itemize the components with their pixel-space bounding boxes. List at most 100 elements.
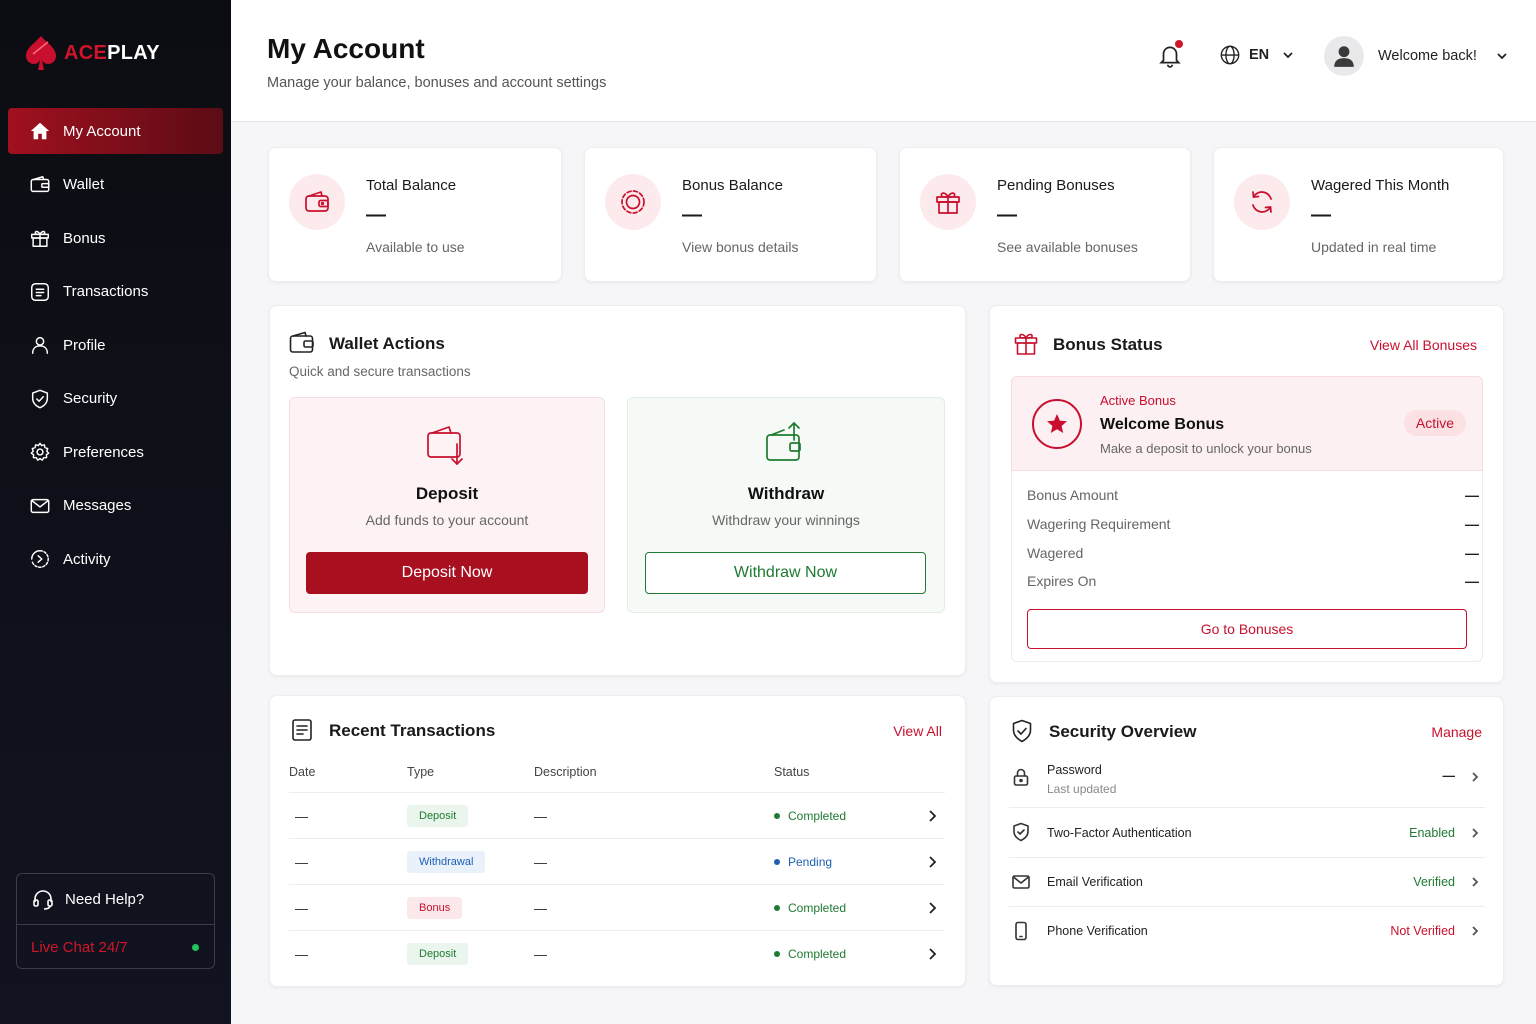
- brand-name-part1: ACE: [64, 41, 108, 64]
- status-text: Completed: [788, 901, 847, 915]
- table-row[interactable]: — Bonus — Completed: [289, 884, 945, 930]
- withdraw-card: Withdraw Withdraw your winnings Withdraw…: [627, 397, 945, 613]
- document-icon: [291, 718, 313, 747]
- table-row[interactable]: — Deposit — Completed: [289, 930, 945, 976]
- avatar: [1324, 36, 1364, 76]
- security-row-password[interactable]: Password Last updated —: [1009, 757, 1485, 808]
- status-indicator: Completed: [774, 947, 846, 961]
- table-row[interactable]: — Withdrawal — Pending: [289, 838, 945, 884]
- active-bonus-card: Active Bonus Welcome Bonus Make a deposi…: [1011, 376, 1483, 471]
- shield-check-icon: [1011, 822, 1033, 844]
- gear-icon: [28, 440, 52, 464]
- chevron-right-icon[interactable]: [925, 793, 939, 839]
- status-dot: [774, 905, 780, 911]
- notifications-button[interactable]: [1157, 40, 1183, 70]
- go-to-bonuses-button[interactable]: Go to Bonuses: [1027, 609, 1467, 649]
- security-row-email[interactable]: Email Verification Verified: [1009, 858, 1485, 907]
- chevron-right-icon[interactable]: [925, 839, 939, 885]
- security-label: Two-Factor Authentication: [1047, 826, 1192, 840]
- recent-transactions-title: Recent Transactions: [329, 721, 496, 740]
- language-selector[interactable]: EN: [1219, 44, 1295, 66]
- bonus-row-label: Wagered: [1027, 545, 1084, 561]
- security-row-two-factor[interactable]: Two-Factor Authentication Enabled: [1009, 808, 1485, 858]
- spade-logo-icon: [26, 36, 56, 70]
- stat-title: Total Balance: [366, 177, 457, 194]
- sidebar-item-preferences[interactable]: Preferences: [8, 429, 223, 475]
- sidebar-item-activity[interactable]: Activity: [8, 536, 223, 582]
- sidebar-item-profile[interactable]: Profile: [8, 322, 223, 368]
- stat-card-wagered-this-month[interactable]: Wagered This Month — Updated in real tim…: [1213, 147, 1504, 282]
- stat-card-bonus-balance[interactable]: Bonus Balance — View bonus details: [584, 147, 877, 282]
- security-label: Email Verification: [1047, 875, 1143, 889]
- gift-icon: [920, 174, 976, 230]
- wallet-icon: [28, 173, 52, 197]
- manage-security-link[interactable]: Manage: [1431, 724, 1482, 740]
- need-help-label: Need Help?: [65, 890, 145, 908]
- stat-card-total-balance[interactable]: Total Balance — Available to use: [268, 147, 562, 282]
- deposit-card: Deposit Add funds to your account Deposi…: [289, 397, 605, 613]
- column-header-description[interactable]: Description: [534, 765, 597, 779]
- page-title: My Account: [267, 33, 425, 64]
- language-code: EN: [1249, 47, 1270, 63]
- bonus-row-wagered: Wagered —: [1027, 545, 1479, 561]
- shield-icon: [1011, 719, 1033, 748]
- sidebar-item-security[interactable]: Security: [8, 376, 223, 422]
- deposit-wallet-icon: [425, 420, 469, 468]
- type-badge: Bonus: [407, 897, 463, 919]
- transaction-date: —: [295, 854, 308, 870]
- globe-icon: [1220, 45, 1240, 65]
- stat-card-pending-bonuses[interactable]: Pending Bonuses — See available bonuses: [899, 147, 1191, 282]
- status-dot: [774, 951, 780, 957]
- withdraw-wallet-icon: [764, 420, 808, 468]
- status-dot: [774, 859, 780, 865]
- stat-subtitle: View bonus details: [682, 239, 799, 255]
- wallet-actions-subtitle: Quick and secure transactions: [289, 364, 471, 379]
- sidebar-item-label: Wallet: [63, 176, 105, 193]
- sidebar: ACEPLAY My Account Wallet Bonus Transact…: [0, 0, 231, 1024]
- headset-icon: [33, 890, 53, 910]
- security-value: Not Verified: [1390, 924, 1455, 938]
- withdraw-now-button[interactable]: Withdraw Now: [645, 552, 926, 594]
- chevron-right-icon: [1469, 875, 1481, 893]
- bonus-row-label: Expires On: [1027, 573, 1097, 589]
- status-text: Completed: [788, 947, 847, 961]
- column-header-status[interactable]: Status: [774, 765, 809, 779]
- sidebar-item-label: Activity: [63, 550, 111, 568]
- status-text: Completed: [788, 809, 847, 823]
- stat-subtitle: Updated in real time: [1311, 239, 1437, 255]
- deposit-now-button[interactable]: Deposit Now: [306, 552, 588, 594]
- sidebar-item-messages[interactable]: Messages: [8, 483, 223, 529]
- need-help-link[interactable]: Need Help?: [17, 874, 214, 925]
- chevron-right-icon: [1469, 924, 1481, 942]
- brand-logo[interactable]: ACEPLAY: [24, 34, 160, 72]
- stat-value: —: [997, 204, 1017, 226]
- gift-icon: [28, 226, 52, 250]
- chevron-right-icon[interactable]: [925, 885, 939, 931]
- security-value: —: [1442, 769, 1456, 783]
- stat-title: Pending Bonuses: [997, 177, 1115, 194]
- sidebar-item-my-account[interactable]: My Account: [8, 108, 223, 154]
- chevron-right-icon[interactable]: [925, 931, 939, 977]
- transaction-description: —: [534, 900, 547, 916]
- sidebar-item-wallet[interactable]: Wallet: [8, 162, 223, 208]
- live-chat-button[interactable]: Live Chat 24/7: [17, 925, 214, 969]
- table-row[interactable]: — Deposit — Completed: [289, 792, 945, 838]
- user-menu[interactable]: Welcome back!: [1324, 36, 1509, 76]
- user-icon: [28, 333, 52, 357]
- active-bonus-description: Make a deposit to unlock your bonus: [1100, 441, 1312, 456]
- bonus-row-value: —: [1465, 516, 1479, 532]
- view-all-bonuses-link[interactable]: View All Bonuses: [1370, 337, 1477, 353]
- column-header-date[interactable]: Date: [289, 765, 315, 779]
- header: My Account Manage your balance, bonuses …: [231, 0, 1536, 122]
- stat-value: —: [1311, 204, 1331, 226]
- chevron-right-icon: [1469, 770, 1481, 788]
- status-dot: [774, 813, 780, 819]
- security-row-phone[interactable]: Phone Verification Not Verified: [1009, 907, 1485, 956]
- notification-dot: [1175, 40, 1183, 48]
- chip-icon: [605, 174, 661, 230]
- column-header-type[interactable]: Type: [407, 765, 434, 779]
- sidebar-item-transactions[interactable]: Transactions: [8, 269, 223, 315]
- transaction-description: —: [534, 946, 547, 962]
- view-all-transactions-link[interactable]: View All: [893, 723, 942, 739]
- sidebar-item-bonus[interactable]: Bonus: [8, 215, 223, 261]
